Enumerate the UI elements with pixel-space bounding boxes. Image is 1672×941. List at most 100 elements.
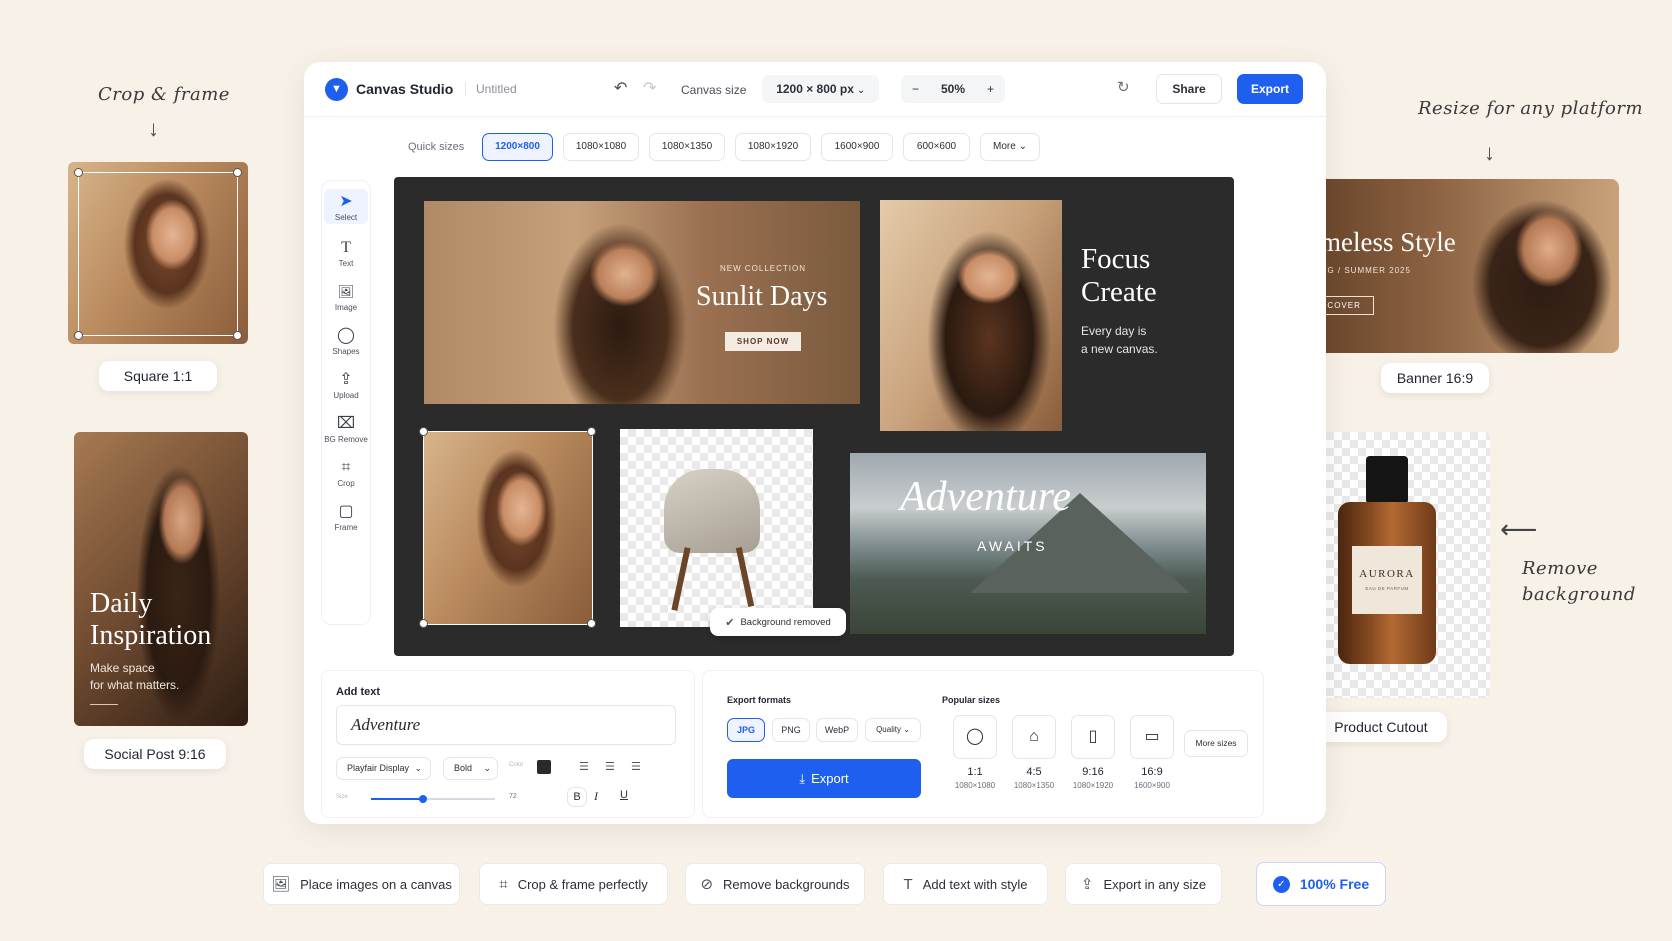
align-left-icon[interactable]: ☰ [579,760,589,773]
align-center-icon[interactable]: ☰ [605,760,615,773]
circle-ratio-icon: ◯ [953,715,997,759]
arrow-down-icon: ↓ [148,116,159,141]
tool-bg-remove[interactable]: ⌧ BG Remove [324,413,368,444]
size-slider-track[interactable] [371,795,495,803]
format-jpg[interactable]: JPG [727,718,765,742]
format-png[interactable]: PNG [772,718,810,742]
eraser-icon: ⊘ [700,876,714,893]
chair-cutout[interactable] [620,429,813,627]
tool-crop[interactable]: ⌗ Crop [324,457,368,488]
text-input-value: Adventure [351,715,421,734]
quick-size-1080x1080[interactable]: 1080×1080 [563,133,639,161]
sunlit-banner[interactable]: NEW COLLECTION Sunlit Days SHOP NOW [424,201,860,404]
quick-size-600x600[interactable]: 600×600 [903,133,970,161]
font-family-select[interactable]: Playfair Display ⌄ [336,757,431,780]
crop-handle[interactable] [233,331,242,340]
tool-frame[interactable]: ▢ Frame [324,501,368,532]
social-title: Daily Inspiration [90,588,212,651]
social-label: Social Post 9:16 [84,739,226,769]
adventure-landscape[interactable]: Adventure AWAITS [850,453,1206,634]
redo-icon[interactable]: ↷ [643,78,656,98]
crop-icon: ⌗ [499,875,508,893]
quick-size-1080x1920[interactable]: 1080×1920 [735,133,811,161]
crop-handle[interactable] [74,331,83,340]
selection-handle[interactable] [587,619,596,628]
arrow-down-icon: ↓ [1484,140,1495,165]
feature-remove-bg: ⊘ Remove backgrounds [685,863,865,905]
design-canvas[interactable]: NEW COLLECTION Sunlit Days SHOP NOW Focu… [394,177,1234,656]
selected-portrait[interactable] [423,431,593,625]
portrait-ratio-icon: ⌂ [1012,715,1056,759]
text-input[interactable]: Adventure [336,705,676,745]
zoom-out-button[interactable]: − [912,76,919,102]
tool-text[interactable]: T Text [324,237,368,268]
banner-label: Banner 16:9 [1381,363,1489,393]
quality-select[interactable]: Quality ⌄ [865,718,921,742]
canvas-size-select[interactable]: 1200 × 800 px ⌄ [762,75,879,103]
chevron-down-icon: ⌄ [483,763,491,773]
landscape-ratio-icon: ▭ [1130,715,1174,759]
size-option-1x1[interactable]: ◯ 1:1 1080×1080 [953,715,997,790]
quick-size-1200x800[interactable]: 1200×800 [482,133,553,161]
popular-sizes-label: Popular sizes [942,695,1001,705]
product-brand: AURORA [1359,568,1415,580]
selection-handle[interactable] [419,427,428,436]
image-icon: 🖼 [337,284,355,299]
chevron-down-icon: ⌄ [857,85,865,95]
zoom-in-button[interactable]: + [987,76,994,102]
tool-select[interactable]: ➤ Select [324,189,368,224]
shop-now-button[interactable]: SHOP NOW [725,332,801,351]
export-panel: Export formats JPG PNG WebP Quality ⌄ ⤓ … [702,670,1264,818]
divider [90,704,118,705]
document-name[interactable]: Untitled [465,82,517,96]
bottle-cap [1366,456,1408,504]
chair-seat [664,469,760,553]
feature-crop: ⌗ Crop & frame perfectly [479,863,668,905]
color-swatch[interactable] [537,760,551,774]
quick-size-1600x900[interactable]: 1600×900 [821,133,893,161]
cursor-icon: ➤ [339,193,353,210]
tool-image[interactable]: 🖼 Image [324,281,368,312]
quick-sizes-bar: 1200×800 1080×1080 1080×1350 1080×1920 1… [482,133,1040,161]
size-option-16x9[interactable]: ▭ 16:9 1600×900 [1130,715,1174,790]
awaits-text: AWAITS [977,538,1048,554]
product-tag: EAU DE PARFUM [1365,586,1409,591]
crop-frame[interactable] [78,172,238,336]
tool-shapes[interactable]: ◯ Shapes [324,325,368,356]
check-circle-icon: ✔ [725,616,735,629]
add-text-title: Add text [336,686,380,698]
tool-upload[interactable]: ⇪ Upload [324,369,368,400]
shapes-icon: ◯ [337,327,355,344]
bg-remove-icon: ⌧ [336,415,356,432]
color-label: Color [509,762,524,768]
selection-handle[interactable] [587,427,596,436]
undo-icon[interactable]: ↶ [614,78,627,98]
italic-toggle[interactable]: I [594,789,598,804]
more-sizes-dropdown[interactable]: More ⌄ [980,133,1040,161]
feature-add-text: T Add text with style [883,863,1048,905]
format-webp[interactable]: WebP [816,718,858,742]
crop-handle[interactable] [233,168,242,177]
portrait-image[interactable] [880,200,1062,431]
bottle-label: AURORA EAU DE PARFUM [1352,546,1422,614]
export-main-button[interactable]: ⤓ Export [727,759,921,798]
size-option-9x16[interactable]: ▯ 9:16 1080×1920 [1071,715,1115,790]
refresh-icon[interactable]: ↻ [1117,78,1130,96]
more-sizes-button[interactable]: More sizes [1184,730,1248,757]
align-right-icon[interactable]: ☰ [631,760,641,773]
export-button[interactable]: Export [1237,74,1303,104]
selection-handle[interactable] [419,619,428,628]
size-slider-thumb[interactable] [419,795,428,803]
chevron-down-icon: ⌄ [903,725,910,734]
crop-handle[interactable] [74,168,83,177]
size-option-4x5[interactable]: ⌂ 4:5 1080×1350 [1012,715,1056,790]
font-weight-select[interactable]: Bold ⌄ [443,757,498,780]
quick-size-1080x1350[interactable]: 1080×1350 [649,133,725,161]
square-label: Square 1:1 [99,361,217,391]
share-button[interactable]: Share [1156,74,1222,104]
bold-toggle[interactable]: B [567,787,587,807]
phone-ratio-icon: ▯ [1071,715,1115,759]
size-slider-fill [371,798,424,800]
focus-subtitle: Every day is a new canvas. [1081,324,1158,356]
underline-toggle[interactable]: U [620,789,628,801]
